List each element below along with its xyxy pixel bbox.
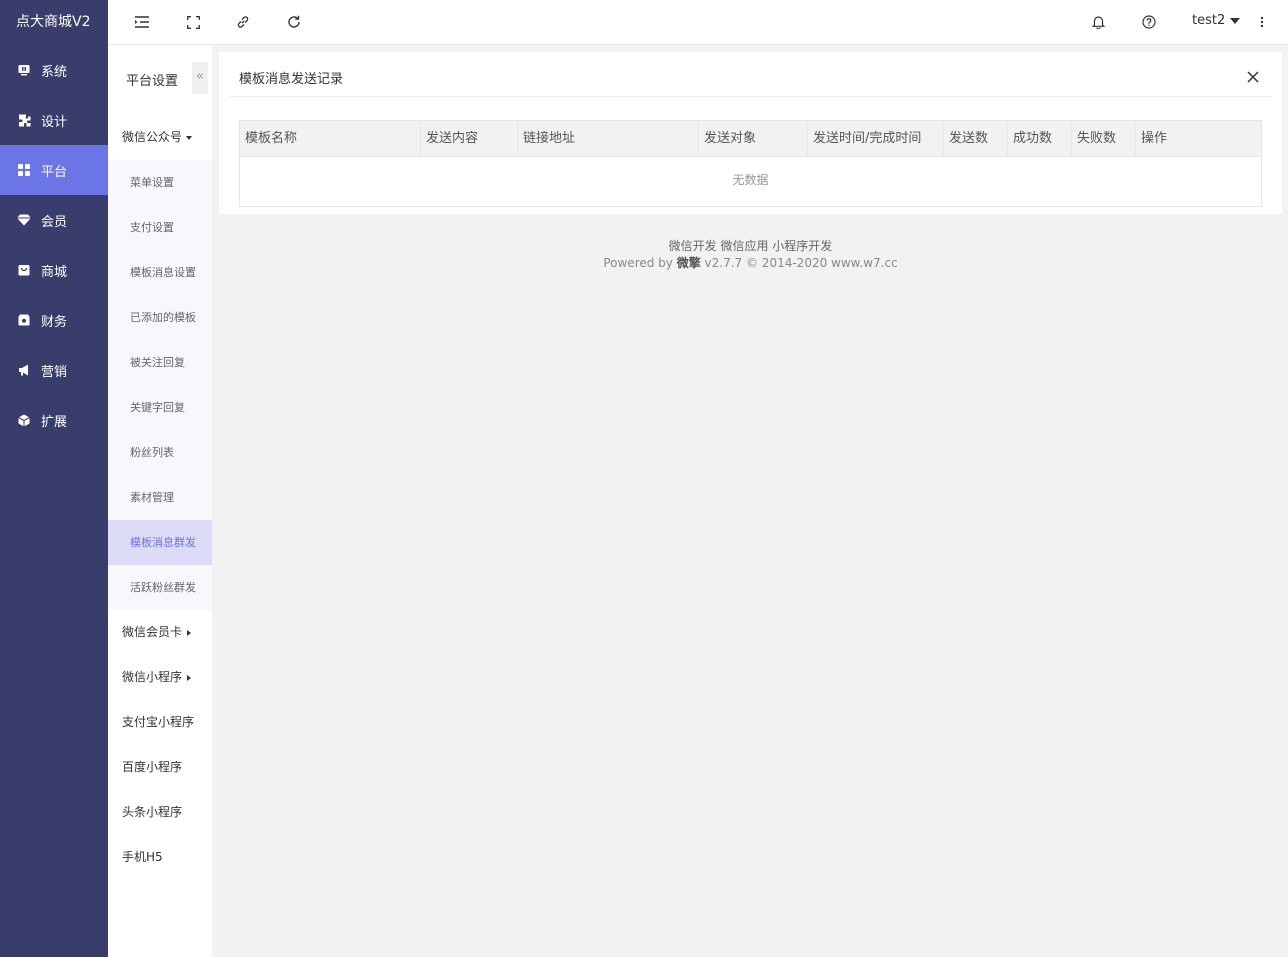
submenu-group-label: 微信公众号: [122, 130, 183, 144]
diamond-icon: [17, 213, 31, 227]
submenu-item-keyword-reply[interactable]: 关键字回复: [108, 385, 212, 430]
sidebar-item-label: 商城: [41, 264, 68, 280]
powered-by-label: Powered by: [603, 256, 677, 270]
sidebar-item-platform[interactable]: 平台: [0, 145, 108, 195]
submenu-item-template-broadcast[interactable]: 模板消息群发: [108, 520, 212, 565]
submenu-item-material[interactable]: 素材管理: [108, 475, 212, 520]
submenu-group-alipay-miniapp[interactable]: 支付宝小程序: [108, 700, 212, 745]
more-icon[interactable]: [1253, 13, 1271, 31]
bell-icon[interactable]: [1089, 13, 1107, 31]
sidebar-item-label: 平台: [41, 164, 68, 180]
puzzle-icon: [17, 113, 31, 127]
submenu-item-fans-list[interactable]: 粉丝列表: [108, 430, 212, 475]
sidebar-item-label: 财务: [41, 314, 68, 330]
submenu-group-toutiao-miniapp[interactable]: 头条小程序: [108, 790, 212, 835]
grid-icon: [17, 163, 31, 177]
send-record-panel: 模板消息发送记录 模板名称 发送内容 链接地址 发送对象 发送时间/完成时间 发…: [219, 52, 1282, 214]
link-icon[interactable]: [234, 13, 252, 31]
close-icon[interactable]: [1246, 70, 1262, 86]
refresh-icon[interactable]: [285, 13, 303, 31]
submenu-group-baidu-miniapp[interactable]: 百度小程序: [108, 745, 212, 790]
sidebar-item-system[interactable]: 系统: [0, 45, 108, 95]
column-header: 链接地址: [518, 121, 699, 157]
empty-state: 无数据: [732, 173, 769, 187]
user-menu[interactable]: test2: [1192, 13, 1241, 28]
sidebar-item-label: 会员: [41, 214, 68, 230]
username: test2: [1192, 13, 1226, 28]
page-title: 模板消息发送记录: [239, 72, 344, 87]
collapse-submenu-button[interactable]: «: [192, 62, 208, 94]
app-logo[interactable]: 点大商城V2: [0, 0, 108, 45]
page-footer: 微信开发 微信应用 小程序开发 Powered by 微擎 v2.7.7 © 2…: [219, 238, 1282, 272]
platform-submenu: 平台设置 « 微信公众号 菜单设置 支付设置 模板消息设置 已添加的模板 被关注…: [108, 45, 212, 957]
submenu-group-wechat-card[interactable]: 微信会员卡: [108, 610, 212, 655]
submenu-item-menu-settings[interactable]: 菜单设置: [108, 160, 212, 205]
submenu-item-active-fans-broadcast[interactable]: 活跃粉丝群发: [108, 565, 212, 610]
sidebar-item-extension[interactable]: 扩展: [0, 395, 108, 445]
submenu-group-wechat-official[interactable]: 微信公众号: [108, 115, 212, 160]
wallet-icon: [17, 313, 31, 327]
column-header: 失败数: [1072, 121, 1136, 157]
sidebar-item-member[interactable]: 会员: [0, 195, 108, 245]
column-header: 发送对象: [699, 121, 808, 157]
top-header: test2: [108, 0, 1288, 45]
footer-links[interactable]: 微信开发 微信应用 小程序开发: [219, 238, 1282, 255]
brand-link[interactable]: 微擎: [677, 256, 701, 270]
sidebar-item-label: 营销: [41, 364, 68, 380]
caret-right-icon: [187, 629, 192, 636]
submenu-group-label: 微信会员卡: [122, 625, 183, 639]
version-copyright: v2.7.7 © 2014-2020 www.w7.cc: [700, 256, 898, 270]
column-header: 发送内容: [421, 121, 518, 157]
wechat-official-items: 菜单设置 支付设置 模板消息设置 已添加的模板 被关注回复 关键字回复 粉丝列表…: [108, 160, 212, 610]
main-sidebar: 点大商城V2 系统 设计 平台 会员 商城 财务 营销 扩展: [0, 0, 108, 957]
column-header: 操作: [1141, 131, 1168, 146]
caret-down-icon: [186, 135, 193, 140]
footer-copyright: Powered by 微擎 v2.7.7 © 2014-2020 www.w7.…: [219, 255, 1282, 272]
column-header: 模板名称: [240, 121, 421, 157]
monitor-icon: [17, 63, 31, 77]
submenu-group-mobile-h5[interactable]: 手机H5: [108, 835, 212, 880]
table-header: 模板名称 发送内容 链接地址 发送对象 发送时间/完成时间 发送数 成功数 失败…: [240, 121, 1261, 157]
sidebar-item-mall[interactable]: 商城: [0, 245, 108, 295]
title-divider: [229, 96, 1272, 97]
sidebar-item-marketing[interactable]: 营销: [0, 345, 108, 395]
sidebar-item-label: 设计: [41, 114, 68, 130]
submenu-item-follow-reply[interactable]: 被关注回复: [108, 340, 212, 385]
submenu-item-added-templates[interactable]: 已添加的模板: [108, 295, 212, 340]
sidebar-item-label: 系统: [41, 64, 68, 80]
caret-right-icon: [187, 674, 192, 681]
submenu-item-template-settings[interactable]: 模板消息设置: [108, 250, 212, 295]
column-header: 成功数: [1008, 121, 1072, 157]
submenu-group-wechat-miniapp[interactable]: 微信小程序: [108, 655, 212, 700]
megaphone-icon: [17, 363, 31, 377]
submenu-group-label: 微信小程序: [122, 670, 183, 684]
menu-fold-icon[interactable]: [133, 13, 151, 31]
submenu-title: 平台设置: [126, 74, 179, 89]
cube-icon: [17, 413, 31, 427]
chevron-down-icon: [1230, 17, 1241, 24]
sidebar-item-design[interactable]: 设计: [0, 95, 108, 145]
submenu-item-payment-settings[interactable]: 支付设置: [108, 205, 212, 250]
column-header: 发送时间/完成时间: [808, 121, 944, 157]
send-record-table: 模板名称 发送内容 链接地址 发送对象 发送时间/完成时间 发送数 成功数 失败…: [239, 120, 1262, 207]
sidebar-item-label: 扩展: [41, 414, 68, 430]
sidebar-item-finance[interactable]: 财务: [0, 295, 108, 345]
fullscreen-icon[interactable]: [184, 13, 202, 31]
help-icon[interactable]: [1140, 13, 1158, 31]
column-header: 发送数: [944, 121, 1008, 157]
bag-icon: [17, 263, 31, 277]
